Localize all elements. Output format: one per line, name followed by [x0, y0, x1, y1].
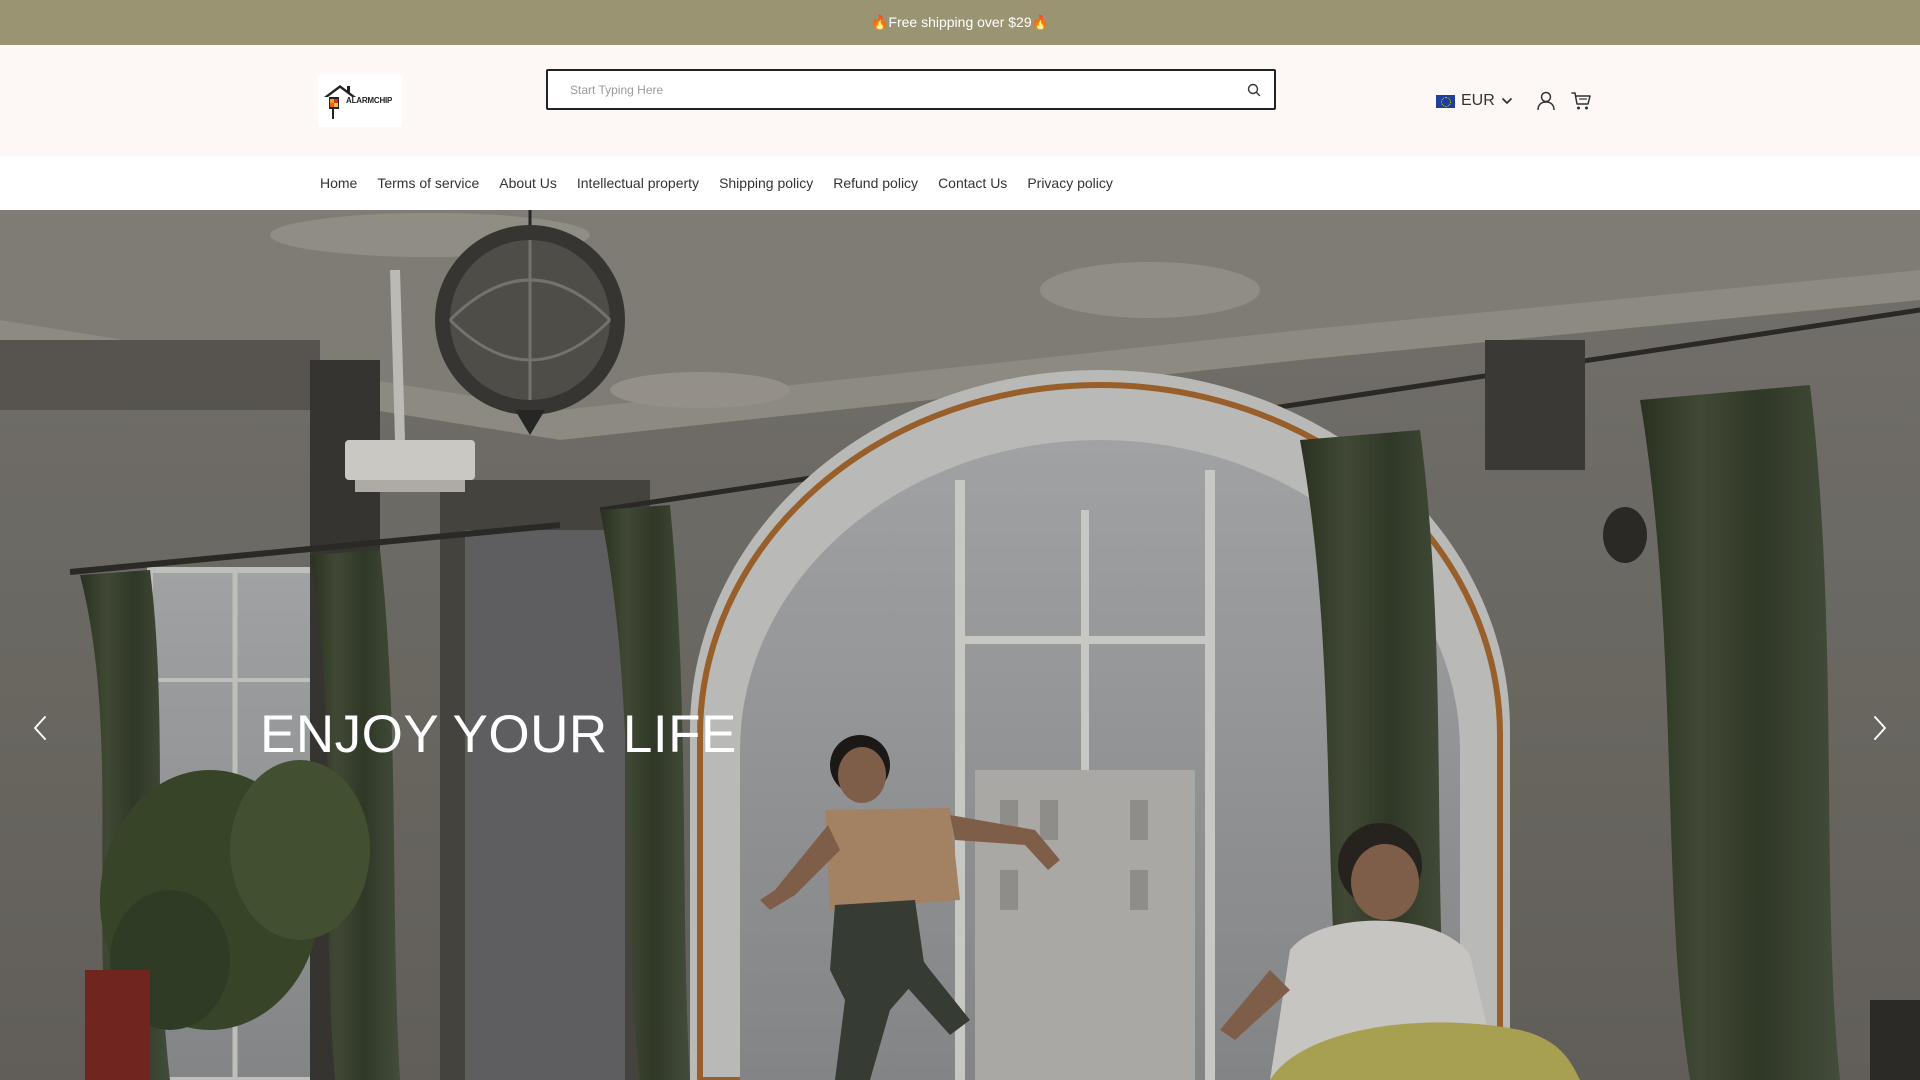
currency-code: EUR — [1461, 92, 1495, 109]
nav-item-contact-us[interactable]: Contact Us — [938, 175, 1007, 191]
nav-list: Home Terms of service About Us Intellect… — [320, 156, 1133, 210]
announcement-text: 🔥Free shipping over $29🔥 — [870, 14, 1050, 30]
hero-image — [0, 210, 1920, 1080]
hero-heading: ENJOY YOUR LIFE — [260, 705, 737, 764]
eu-flag-icon — [1436, 94, 1455, 108]
account-button[interactable] — [1535, 90, 1557, 112]
nav-item-privacy-policy[interactable]: Privacy policy — [1027, 175, 1113, 191]
cart-button[interactable] — [1570, 90, 1592, 112]
chevron-right-icon — [1874, 716, 1886, 740]
slideshow-prev-button[interactable] — [26, 710, 54, 746]
nav-item-about-us[interactable]: About Us — [499, 175, 557, 191]
hero-slideshow: ENJOY YOUR LIFE — [0, 210, 1920, 1080]
currency-selector[interactable]: EUR — [1436, 91, 1513, 111]
site-header: ALARMCHIP EUR — [0, 45, 1920, 156]
slideshow-next-button[interactable] — [1866, 710, 1894, 746]
main-navigation: Home Terms of service About Us Intellect… — [0, 156, 1920, 210]
logo-text: ALARMCHIP — [346, 96, 393, 105]
nav-item-terms-of-service[interactable]: Terms of service — [377, 175, 479, 191]
announcement-bar: 🔥Free shipping over $29🔥 — [0, 0, 1920, 45]
search-bar — [546, 69, 1276, 110]
site-logo[interactable]: ALARMCHIP — [318, 75, 402, 127]
user-icon — [1537, 91, 1555, 111]
search-icon — [1247, 83, 1261, 97]
search-button[interactable] — [1246, 82, 1262, 98]
nav-item-home[interactable]: Home — [320, 175, 357, 191]
chevron-left-icon — [34, 716, 46, 740]
nav-item-intellectual-property[interactable]: Intellectual property — [577, 175, 699, 191]
cart-icon — [1571, 92, 1591, 110]
search-input[interactable] — [548, 71, 1228, 108]
chevron-down-icon — [1501, 98, 1512, 104]
nav-item-refund-policy[interactable]: Refund policy — [833, 175, 918, 191]
nav-item-shipping-policy[interactable]: Shipping policy — [719, 175, 813, 191]
